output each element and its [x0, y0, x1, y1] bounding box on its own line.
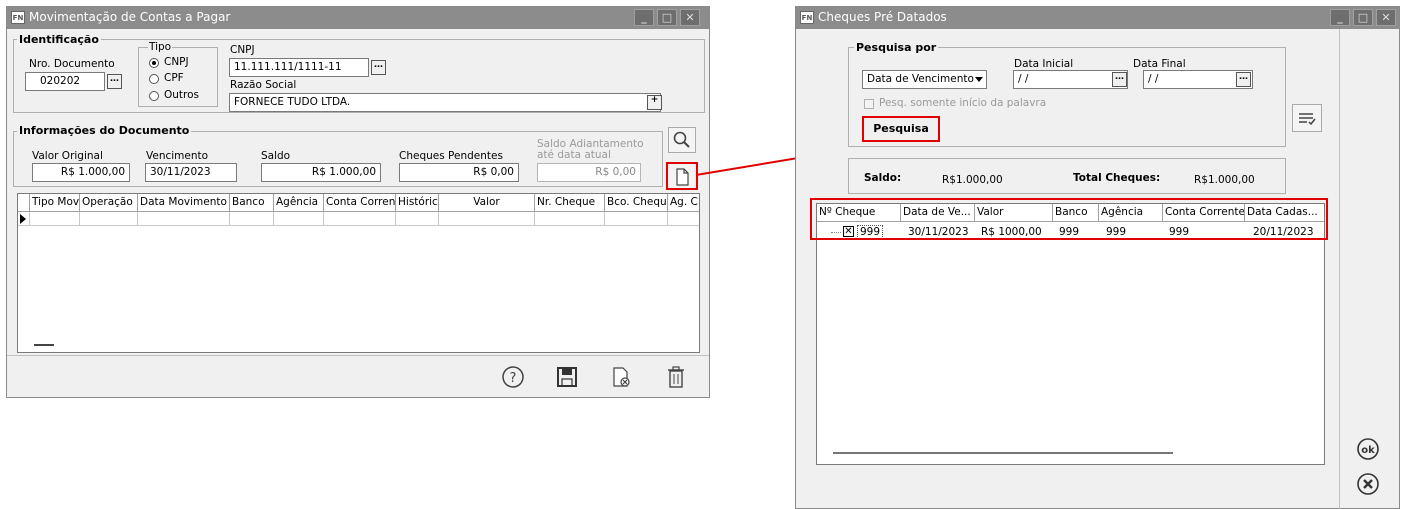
vencimento-label: Vencimento	[146, 150, 209, 162]
tipo-label: Tipo	[148, 41, 173, 53]
pesquisa-checkbox-label: Pesq. somente início da palavra	[879, 97, 1047, 109]
app-icon: FN	[800, 11, 814, 24]
tipo-cnpj-label: CNPJ	[164, 56, 189, 68]
razao-social-add-button[interactable]: +	[647, 95, 662, 110]
ok-icon[interactable]: ok	[1356, 437, 1380, 464]
trash-icon[interactable]	[664, 365, 688, 392]
tipo-cpf-label: CPF	[164, 72, 184, 84]
nro-documento-label: Nro. Documento	[29, 58, 115, 70]
close-window-button[interactable]: ✕	[680, 9, 700, 26]
grid-cell[interactable]	[605, 212, 668, 226]
window-movimentacao: FN Movimentação de Contas a Pagar _ □ ✕ …	[6, 6, 710, 398]
grid-cell[interactable]	[439, 212, 535, 226]
valor-original-label: Valor Original	[32, 150, 103, 162]
saldo-value: R$1.000,00	[942, 174, 1003, 186]
grid-indicator-header	[18, 194, 30, 212]
window-titlebar[interactable]: FN Cheques Pré Datados _ □ ✕	[796, 7, 1399, 29]
nro-documento-input[interactable]: 020202	[25, 72, 105, 91]
bottom-toolbar	[7, 355, 709, 397]
chevron-down-icon[interactable]	[975, 77, 983, 82]
vencimento-input[interactable]: 30/11/2023	[145, 163, 237, 182]
minimize-button[interactable]: _	[1330, 9, 1350, 26]
window-title: Movimentação de Contas a Pagar	[29, 10, 231, 24]
grid-cell[interactable]	[396, 212, 439, 226]
window-title: Cheques Pré Datados	[818, 10, 947, 24]
app-icon: FN	[11, 11, 25, 24]
column-header[interactable]: Histórico	[396, 194, 439, 212]
total-cheques-label: Total Cheques:	[1073, 172, 1161, 184]
column-header[interactable]: Bco. Cheque	[605, 194, 668, 212]
list-check-icon[interactable]	[1292, 104, 1322, 132]
identificacao-legend: Identificação	[17, 33, 101, 46]
minimize-button[interactable]: _	[634, 9, 654, 26]
svg-text:?: ?	[510, 371, 517, 386]
cnpj-label: CNPJ	[230, 44, 255, 56]
cheques-pendentes-input[interactable]: R$ 0,00	[399, 163, 519, 182]
close-icon[interactable]	[1356, 472, 1380, 499]
tipo-cpf-radio[interactable]	[149, 74, 159, 84]
valor-original-input[interactable]: R$ 1.000,00	[32, 163, 130, 182]
close-window-button[interactable]: ✕	[1376, 9, 1396, 26]
grid-cell[interactable]	[668, 212, 699, 226]
column-header[interactable]: Agência	[274, 194, 324, 212]
save-icon[interactable]	[555, 365, 579, 392]
grid-cell[interactable]	[138, 212, 230, 226]
nro-documento-lookup-button[interactable]: …	[107, 74, 122, 89]
horizontal-scrollbar[interactable]	[34, 344, 54, 346]
grid-cell[interactable]	[324, 212, 396, 226]
saldo-label: Saldo:	[864, 172, 902, 184]
grid-cell[interactable]	[274, 212, 324, 226]
data-inicial-label: Data Inicial	[1014, 58, 1074, 70]
grid-cell[interactable]	[80, 212, 138, 226]
column-header[interactable]: Data Movimento	[138, 194, 230, 212]
grid-cell[interactable]	[30, 212, 80, 226]
cancel-document-icon[interactable]	[609, 365, 633, 392]
column-header[interactable]: Conta Corrente	[324, 194, 396, 212]
razao-social-label: Razão Social	[230, 79, 297, 91]
column-header[interactable]: Valor	[439, 194, 535, 212]
pesquisa-checkbox[interactable]	[864, 99, 874, 109]
cheques-pendentes-label: Cheques Pendentes	[399, 150, 503, 162]
tipo-outros-radio[interactable]	[149, 91, 159, 101]
cheques-grid-highlight	[810, 198, 1328, 240]
window-titlebar[interactable]: FN Movimentação de Contas a Pagar _ □ ✕	[7, 7, 709, 29]
data-final-label: Data Final	[1133, 58, 1186, 70]
total-cheques-value: R$1.000,00	[1194, 174, 1255, 186]
cnpj-lookup-button[interactable]: …	[371, 60, 386, 75]
pesquisa-button-highlight	[862, 116, 940, 142]
window-cheques: FN Cheques Pré Datados _ □ ✕ Pesquisa po…	[795, 6, 1400, 509]
cheques-grid[interactable]: Nº Cheque Data de Ve... Valor Banco Agên…	[816, 203, 1325, 465]
grid-cell[interactable]	[535, 212, 605, 226]
saldo-adiantamento-sublabel: até data atual	[537, 149, 611, 161]
pesquisa-legend: Pesquisa por	[854, 41, 939, 54]
maximize-button[interactable]: □	[1353, 9, 1373, 26]
help-icon[interactable]: ?	[501, 365, 525, 392]
saldo-input[interactable]: R$ 1.000,00	[261, 163, 381, 182]
column-header[interactable]: Operação	[80, 194, 138, 212]
column-header[interactable]: Nr. Cheque	[535, 194, 605, 212]
column-header[interactable]: Tipo Mov.	[30, 194, 80, 212]
column-header[interactable]: Ag. C	[668, 194, 699, 212]
maximize-button[interactable]: □	[657, 9, 677, 26]
column-header[interactable]: Banco	[230, 194, 274, 212]
razao-social-input[interactable]: FORNECE TUDO LTDA.	[229, 93, 661, 112]
data-inicial-input[interactable]: / /	[1013, 70, 1128, 89]
movimentos-grid[interactable]: Tipo Mov. Operação Data Movimento Banco …	[17, 193, 700, 353]
grid-row-indicator	[18, 212, 30, 226]
saldo-adiantamento-input: R$ 0,00	[537, 163, 641, 182]
pesquisa-campo-select[interactable]: Data de Vencimento	[862, 70, 987, 89]
tipo-outros-label: Outros	[164, 89, 200, 101]
horizontal-scrollbar[interactable]	[833, 452, 1173, 454]
data-inicial-calendar-button[interactable]: …	[1112, 72, 1127, 87]
documento-legend: Informações do Documento	[17, 124, 192, 137]
saldo-label: Saldo	[261, 150, 291, 162]
tipo-cnpj-radio[interactable]	[149, 58, 159, 68]
data-final-calendar-button[interactable]: …	[1236, 72, 1251, 87]
ok-label: ok	[1361, 445, 1375, 456]
grid-cell[interactable]	[230, 212, 274, 226]
cnpj-input[interactable]: 11.111.111/1111-11	[229, 58, 369, 77]
